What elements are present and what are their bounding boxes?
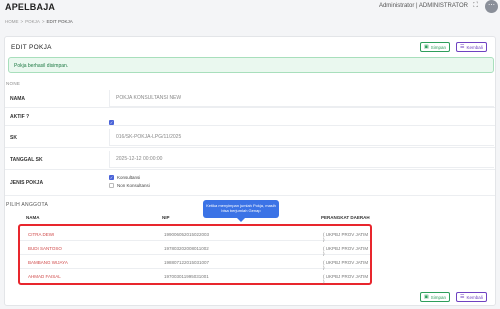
nama-input[interactable]: POKJA KONSULTANSI NEW (109, 90, 494, 107)
success-alert: Pokja berhasil disimpan. (8, 57, 494, 73)
unchecked-box (109, 182, 114, 188)
user-info[interactable]: Administrator | ADMINISTRATOR (379, 3, 468, 9)
save-icon: ▣ (424, 294, 429, 300)
breadcrumb-pokja[interactable]: POKJA (25, 19, 40, 24)
column-header-perangkat-daerah[interactable]: PERANGKAT DAERAH (321, 215, 370, 220)
edit-pokja-panel: EDIT POKJA ▣ Simpan ☰ Kembali Pokja berhas… (4, 36, 496, 306)
jenis-options: ✓ Konsultansi Non Konsultansi (109, 173, 150, 189)
expand-icon[interactable]: ⛶ (473, 2, 478, 10)
save-button-bottom[interactable]: ▣ Simpan (420, 292, 450, 302)
form-row-sk: SK 016/SK-POKJA-LPG/11/2025 (5, 126, 495, 148)
check-icon: ✓ (109, 120, 114, 126)
back-button[interactable]: ☰ Kembali (456, 42, 487, 52)
sk-input[interactable]: 016/SK-POKJA-LPG/11/2025 (109, 129, 494, 146)
save-button[interactable]: ▣ Simpan (420, 42, 450, 52)
column-header-nip[interactable]: NIP (162, 215, 170, 220)
form-row-tanggal: TANGGAL SK 2025-12-12 00:00:00 (5, 148, 495, 170)
back-button-bottom[interactable]: ☰ Kembali (456, 292, 487, 302)
top-bar: APELBAJA Administrator | ADMINISTRATOR ⛶… (0, 0, 500, 14)
breadcrumb-home[interactable]: HOME (5, 19, 19, 24)
jenis-option-konsultansi[interactable]: ✓ Konsultansi (109, 173, 150, 181)
table-row[interactable]: CITRA DEWI 199006052015022003 ( UKPBJ PR… (20, 227, 370, 242)
column-header-nama[interactable]: NAMA (26, 215, 40, 220)
app-title: APELBAJA (5, 2, 56, 12)
tanggal-label: TANGGAL SK (10, 157, 43, 163)
list-icon: ☰ (460, 294, 465, 300)
nama-label: NAMA (10, 96, 25, 102)
jenis-option-non-konsultansi[interactable]: Non Konsultansi (109, 181, 150, 189)
table-row[interactable]: BAMBANG WIJAYA 198807122015031007 ( UKPB… (20, 255, 370, 270)
sk-label: SK (10, 135, 17, 141)
breadcrumb: HOME > POKJA > EDIT POKJA (5, 19, 73, 24)
save-icon: ▣ (424, 44, 429, 50)
list-icon: ☰ (460, 44, 465, 50)
section-pilih-anggota: PILIH ANGGOTA (6, 202, 49, 208)
selected-members-list: CITRA DEWI 199006052015022003 ( UKPBJ PR… (18, 224, 372, 285)
page-title: EDIT POKJA (11, 44, 52, 51)
tanggal-input[interactable]: 2025-12-12 00:00:00 (109, 151, 494, 168)
form-row-nama: NAMA POKJA KONSULTANSI NEW (5, 89, 495, 108)
aktif-label: AKTIF ? (10, 114, 30, 120)
check-icon: ✓ (109, 174, 114, 180)
table-row[interactable]: BUDI SANTOSO 197803202008011002 ( UKPBJ … (20, 241, 370, 256)
info-tooltip: Ketika menyimpan jumlah Pokja, masih bis… (203, 200, 279, 222)
form-row-jenis: JENIS POKJA ✓ Konsultansi Non Konsultans… (5, 170, 495, 196)
more-icon[interactable]: ⋯ (485, 0, 498, 13)
table-row[interactable]: AHMAD FAISAL 197003011995031001 ( UKPBJ … (20, 269, 370, 284)
jenis-label: JENIS POKJA (10, 180, 44, 186)
breadcrumb-current: EDIT POKJA (46, 19, 73, 24)
form-row-aktif: AKTIF ? ✓ (5, 108, 495, 126)
section-none: NONE (6, 81, 21, 86)
